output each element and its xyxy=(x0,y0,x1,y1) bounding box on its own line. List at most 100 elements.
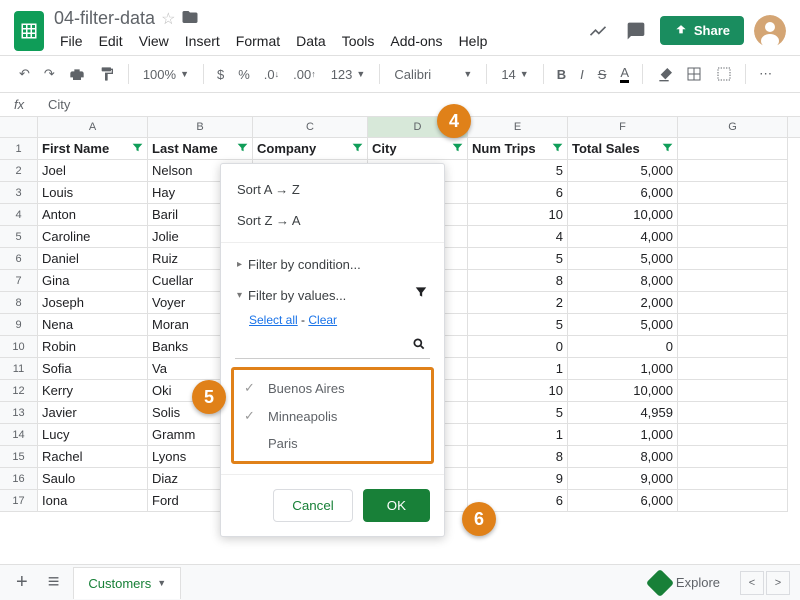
cell[interactable]: 6,000 xyxy=(568,490,678,512)
cell[interactable]: 8,000 xyxy=(568,270,678,292)
row-header[interactable]: 14 xyxy=(0,424,38,446)
font-size-select[interactable]: 14▼ xyxy=(495,64,534,85)
add-sheet-icon[interactable]: + xyxy=(10,571,34,594)
cell[interactable] xyxy=(678,270,788,292)
select-all-corner[interactable] xyxy=(0,117,38,137)
cell[interactable]: 9 xyxy=(468,468,568,490)
cell[interactable]: Iona xyxy=(38,490,148,512)
cell[interactable] xyxy=(678,248,788,270)
cell[interactable] xyxy=(678,358,788,380)
cell[interactable]: 5 xyxy=(468,402,568,424)
explore-label[interactable]: Explore xyxy=(676,575,720,590)
cell[interactable]: Nena xyxy=(38,314,148,336)
menu-addons[interactable]: Add-ons xyxy=(384,29,448,53)
row-header[interactable]: 6 xyxy=(0,248,38,270)
col-header-f[interactable]: F xyxy=(568,117,678,137)
row-header[interactable]: 4 xyxy=(0,204,38,226)
row-header[interactable]: 1 xyxy=(0,138,38,160)
cell[interactable] xyxy=(678,446,788,468)
cell[interactable]: 5,000 xyxy=(568,160,678,182)
col-header-e[interactable]: E xyxy=(468,117,568,137)
row-header[interactable]: 5 xyxy=(0,226,38,248)
filter-by-values[interactable]: ▾Filter by values... xyxy=(221,280,444,311)
filter-by-condition[interactable]: ▸Filter by condition... xyxy=(221,249,444,280)
redo-icon[interactable]: ↷ xyxy=(39,63,60,85)
cell[interactable]: Louis xyxy=(38,182,148,204)
row-header[interactable]: 11 xyxy=(0,358,38,380)
cell[interactable] xyxy=(678,336,788,358)
bold-icon[interactable]: B xyxy=(552,64,571,85)
zoom-select[interactable]: 100%▼ xyxy=(137,64,195,85)
column-header-cell[interactable]: Last Name xyxy=(148,138,253,160)
cell[interactable]: 8 xyxy=(468,446,568,468)
menu-insert[interactable]: Insert xyxy=(179,29,226,53)
funnel-icon[interactable] xyxy=(414,285,428,302)
filter-icon[interactable] xyxy=(451,141,464,157)
cell[interactable] xyxy=(678,226,788,248)
more-toolbar-icon[interactable]: ⋯ xyxy=(754,63,777,85)
explore-icon[interactable] xyxy=(646,568,674,596)
row-header[interactable]: 2 xyxy=(0,160,38,182)
cell[interactable]: 9,000 xyxy=(568,468,678,490)
nav-left-icon[interactable]: < xyxy=(740,571,764,595)
filter-icon[interactable] xyxy=(236,141,249,157)
cell[interactable]: 1,000 xyxy=(568,358,678,380)
row-header[interactable]: 7 xyxy=(0,270,38,292)
borders-icon[interactable] xyxy=(681,63,707,85)
fill-color-icon[interactable] xyxy=(651,63,677,85)
cell[interactable] xyxy=(678,160,788,182)
col-header-g[interactable]: G xyxy=(678,117,788,137)
cell[interactable]: 1,000 xyxy=(568,424,678,446)
activity-icon[interactable] xyxy=(584,17,612,45)
ok-button[interactable]: OK xyxy=(363,489,430,522)
cell[interactable]: 4,959 xyxy=(568,402,678,424)
move-folder-icon[interactable] xyxy=(181,8,199,29)
cell[interactable]: Rachel xyxy=(38,446,148,468)
nav-right-icon[interactable]: > xyxy=(766,571,790,595)
row-header[interactable]: 17 xyxy=(0,490,38,512)
filter-icon[interactable] xyxy=(131,141,144,157)
clear-link[interactable]: Clear xyxy=(308,313,337,327)
text-color-icon[interactable]: A xyxy=(615,62,634,86)
cell[interactable] xyxy=(678,402,788,424)
merge-icon[interactable] xyxy=(711,63,737,85)
cell[interactable]: Joseph xyxy=(38,292,148,314)
cell[interactable]: 0 xyxy=(468,336,568,358)
column-header-cell[interactable]: City xyxy=(368,138,468,160)
column-header-cell[interactable]: Company xyxy=(253,138,368,160)
col-header-b[interactable]: B xyxy=(148,117,253,137)
filter-value-item[interactable]: ✓Buenos Aires xyxy=(234,374,431,402)
filter-icon[interactable] xyxy=(661,141,674,157)
more-formats[interactable]: 123▼ xyxy=(325,64,372,85)
document-title[interactable]: 04-filter-data xyxy=(54,8,155,29)
paint-format-icon[interactable] xyxy=(94,63,120,85)
cell[interactable] xyxy=(678,468,788,490)
sheet-tab-customers[interactable]: Customers▼ xyxy=(73,567,181,599)
cell[interactable]: 5,000 xyxy=(568,314,678,336)
cell[interactable]: Javier xyxy=(38,402,148,424)
cell[interactable]: 0 xyxy=(568,336,678,358)
increase-decimal-icon[interactable]: .00↑ xyxy=(288,64,321,85)
cell[interactable]: 6 xyxy=(468,182,568,204)
cell[interactable]: 10,000 xyxy=(568,204,678,226)
sheets-app-icon[interactable] xyxy=(14,11,44,51)
cell[interactable] xyxy=(678,292,788,314)
decrease-decimal-icon[interactable]: .0↓ xyxy=(259,64,284,85)
cell[interactable] xyxy=(678,204,788,226)
row-header[interactable]: 16 xyxy=(0,468,38,490)
menu-tools[interactable]: Tools xyxy=(336,29,381,53)
cell[interactable]: Caroline xyxy=(38,226,148,248)
cell[interactable]: 5 xyxy=(468,160,568,182)
column-header-cell[interactable]: Num Trips xyxy=(468,138,568,160)
cell[interactable]: Sofia xyxy=(38,358,148,380)
filter-search-input[interactable] xyxy=(235,335,430,359)
filter-icon[interactable] xyxy=(551,141,564,157)
italic-icon[interactable]: I xyxy=(575,64,589,85)
cell[interactable]: 2,000 xyxy=(568,292,678,314)
row-header[interactable]: 15 xyxy=(0,446,38,468)
cell[interactable]: 8 xyxy=(468,270,568,292)
cell[interactable] xyxy=(678,424,788,446)
select-all-link[interactable]: Select all xyxy=(249,313,298,327)
menu-file[interactable]: File xyxy=(54,29,89,53)
cell[interactable]: 10 xyxy=(468,380,568,402)
